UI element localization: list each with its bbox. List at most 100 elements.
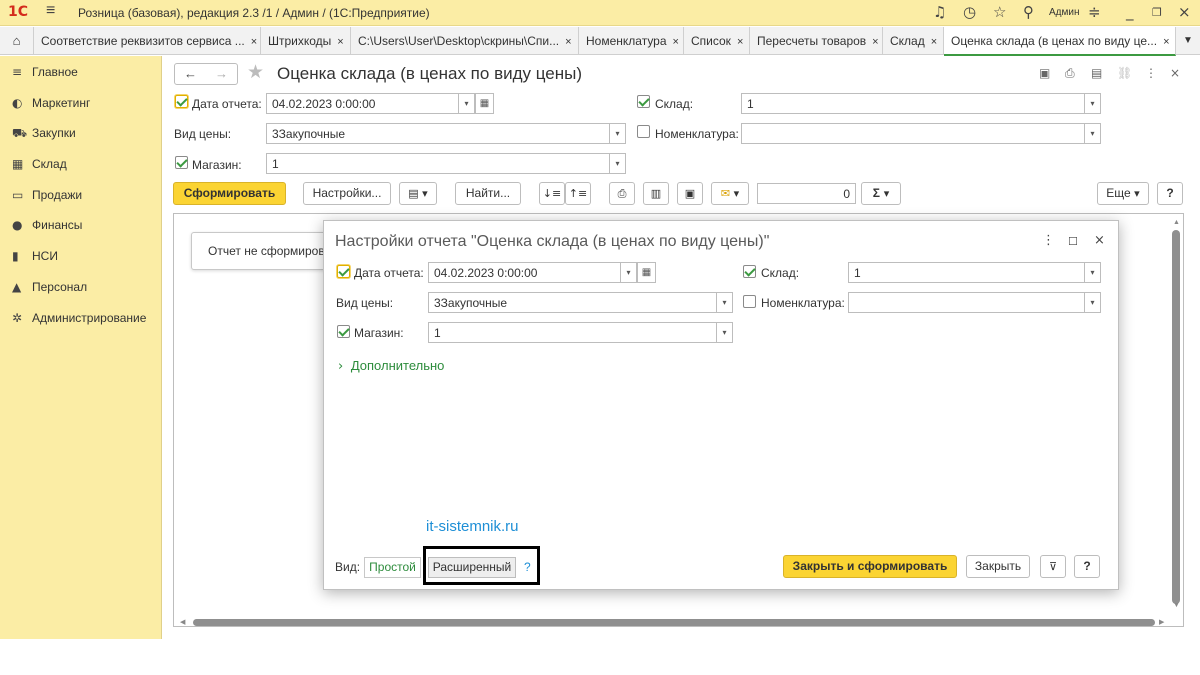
dialog-store-checkbox[interactable] bbox=[337, 325, 350, 338]
dialog-nomenclature-checkbox[interactable] bbox=[743, 295, 756, 308]
tab-stock-valuation[interactable]: Оценка склада (в ценах по виду це... × bbox=[944, 27, 1176, 56]
email-button[interactable]: ✉ ▾ bbox=[711, 182, 749, 205]
search-icon[interactable]: ⚲ bbox=[1023, 3, 1034, 21]
back-arrow-icon[interactable]: ← bbox=[184, 66, 197, 81]
tabs-dropdown-icon[interactable]: ▼ bbox=[1176, 27, 1200, 55]
sidebar-item-sales[interactable]: ▭ Продажи bbox=[0, 180, 162, 210]
preview-icon[interactable]: ▤ bbox=[1091, 66, 1102, 80]
save-button[interactable]: ▣ bbox=[677, 182, 703, 205]
settings-menu-icon[interactable]: ≑ bbox=[1088, 3, 1101, 21]
close-tab-icon[interactable]: × bbox=[565, 36, 571, 48]
print-icon[interactable]: ⎙ bbox=[1065, 66, 1075, 81]
dialog-more-icon[interactable]: ⋮ bbox=[1042, 233, 1055, 248]
dialog-warehouse-dropdown-icon[interactable]: ▾ bbox=[1085, 262, 1101, 283]
minimize-icon[interactable]: _ bbox=[1126, 3, 1134, 21]
close-tab-icon[interactable]: × bbox=[337, 36, 343, 48]
dialog-store-field[interactable]: 1 bbox=[428, 322, 717, 343]
dialog-warehouse-checkbox[interactable] bbox=[743, 265, 756, 278]
warehouse-field[interactable]: 1 bbox=[741, 93, 1085, 114]
date-field[interactable]: 04.02.2023 0:00:00 bbox=[266, 93, 459, 114]
dialog-warehouse-field[interactable]: 1 bbox=[848, 262, 1085, 283]
variant-button[interactable]: ▤ ▾ bbox=[399, 182, 437, 205]
dialog-maximize-icon[interactable]: ☐ bbox=[1068, 235, 1078, 248]
scroll-up-icon[interactable]: ▲ bbox=[1173, 219, 1180, 226]
dialog-price-type-field[interactable]: 3Закупочные bbox=[428, 292, 717, 313]
tab-warehouse[interactable]: Склад × bbox=[883, 27, 944, 55]
close-tab-icon[interactable]: × bbox=[872, 36, 878, 48]
restore-icon[interactable]: ❐ bbox=[1152, 6, 1162, 19]
favorites-star-icon[interactable]: ☆ bbox=[993, 3, 1006, 21]
sidebar-item-purchases[interactable]: ⛟ Закупки bbox=[0, 118, 162, 148]
bell-icon[interactable]: ♫ bbox=[933, 3, 946, 21]
link-icon[interactable]: ⛓ bbox=[1117, 66, 1132, 80]
date-dropdown-icon[interactable]: ▾ bbox=[459, 93, 475, 114]
close-tab-icon[interactable]: × bbox=[251, 36, 257, 48]
history-icon[interactable]: ◷ bbox=[963, 3, 976, 21]
scroll-left-icon[interactable]: ◀ bbox=[180, 618, 185, 626]
scroll-right-icon[interactable]: ▶ bbox=[1159, 618, 1164, 626]
dialog-close-icon[interactable]: × bbox=[1094, 233, 1105, 248]
dialog-calendar-icon[interactable]: ▦ bbox=[637, 262, 656, 283]
save-icon[interactable]: ▣ bbox=[1039, 66, 1050, 80]
sidebar-item-nsi[interactable]: ▮ НСИ bbox=[0, 241, 162, 271]
filter-settings-button[interactable]: ⊽ bbox=[1040, 555, 1066, 578]
close-form-icon[interactable]: × bbox=[1170, 66, 1180, 80]
view-help-link[interactable]: ? bbox=[524, 560, 531, 574]
forward-arrow-icon[interactable]: → bbox=[215, 66, 228, 81]
favorite-star-icon[interactable]: ★ bbox=[247, 61, 264, 84]
store-checkbox[interactable] bbox=[175, 156, 188, 169]
warehouse-checkbox[interactable] bbox=[637, 95, 650, 108]
find-button[interactable]: Найти... bbox=[455, 182, 521, 205]
dialog-date-field[interactable]: 04.02.2023 0:00:00 bbox=[428, 262, 621, 283]
user-name[interactable]: Админ bbox=[1049, 7, 1080, 18]
sidebar-item-main[interactable]: ≡ Главное bbox=[0, 57, 162, 87]
more-button[interactable]: Еще ▾ bbox=[1097, 182, 1149, 205]
dialog-date-checkbox[interactable] bbox=[337, 265, 350, 278]
warehouse-dropdown-icon[interactable]: ▾ bbox=[1085, 93, 1101, 114]
price-type-dropdown-icon[interactable]: ▾ bbox=[610, 123, 626, 144]
tab-nomenclature[interactable]: Номенклатура × bbox=[579, 27, 684, 55]
generate-button[interactable]: Сформировать bbox=[173, 182, 286, 205]
dialog-date-dropdown-icon[interactable]: ▾ bbox=[621, 262, 637, 283]
date-checkbox[interactable] bbox=[175, 95, 188, 108]
sidebar-item-finance[interactable]: ● Финансы bbox=[0, 210, 162, 240]
sort-up-button[interactable]: ↑≡ bbox=[565, 182, 591, 205]
calendar-icon[interactable]: ▦ bbox=[475, 93, 494, 114]
horizontal-scrollbar[interactable] bbox=[193, 619, 1155, 626]
price-type-field[interactable]: 3Закупочные bbox=[266, 123, 610, 144]
dialog-nomenclature-field[interactable] bbox=[848, 292, 1085, 313]
scroll-down-icon[interactable]: ▼ bbox=[1173, 602, 1180, 609]
preview-button[interactable]: ▥ bbox=[643, 182, 669, 205]
close-tab-icon[interactable]: × bbox=[737, 36, 743, 48]
home-tab[interactable]: ⌂ bbox=[0, 27, 34, 55]
tab-requisites[interactable]: Соответствие реквизитов сервиса ... × bbox=[34, 27, 261, 55]
nomenclature-dropdown-icon[interactable]: ▾ bbox=[1085, 123, 1101, 144]
help-button[interactable]: ? bbox=[1157, 182, 1183, 205]
sidebar-item-personnel[interactable]: ▲ Персонал bbox=[0, 272, 162, 302]
dialog-store-dropdown-icon[interactable]: ▾ bbox=[717, 322, 733, 343]
sort-down-button[interactable]: ↓≡ bbox=[539, 182, 565, 205]
store-field[interactable]: 1 bbox=[266, 153, 610, 174]
tab-recounts[interactable]: Пересчеты товаров × bbox=[750, 27, 883, 55]
dialog-price-type-dropdown-icon[interactable]: ▾ bbox=[717, 292, 733, 313]
dialog-help-button[interactable]: ? bbox=[1074, 555, 1100, 578]
sidebar-item-warehouse[interactable]: ▦ Склад bbox=[0, 149, 162, 179]
more-vertical-icon[interactable]: ⋮ bbox=[1145, 66, 1157, 80]
sum-button[interactable]: Σ ▾ bbox=[861, 182, 901, 205]
close-button[interactable]: Закрыть bbox=[966, 555, 1030, 578]
tab-list[interactable]: Список × bbox=[684, 27, 750, 55]
additional-settings-link[interactable]: › Дополнительно bbox=[338, 358, 444, 374]
nomenclature-checkbox[interactable] bbox=[637, 125, 650, 138]
close-window-icon[interactable]: × bbox=[1178, 3, 1191, 21]
tab-file-path[interactable]: C:\Users\User\Desktop\скрины\Спи... × bbox=[351, 27, 579, 55]
close-tab-icon[interactable]: × bbox=[931, 36, 937, 48]
main-menu-icon[interactable]: ≡ bbox=[46, 2, 55, 20]
close-tab-icon[interactable]: × bbox=[1163, 36, 1169, 48]
store-dropdown-icon[interactable]: ▾ bbox=[610, 153, 626, 174]
dialog-nomenclature-dropdown-icon[interactable]: ▾ bbox=[1085, 292, 1101, 313]
nomenclature-field[interactable] bbox=[741, 123, 1085, 144]
view-simple-button[interactable]: Простой bbox=[364, 557, 421, 578]
print-button[interactable]: ⎙ bbox=[609, 182, 635, 205]
settings-button[interactable]: Настройки... bbox=[303, 182, 391, 205]
sidebar-item-marketing[interactable]: ◐ Маркетинг bbox=[0, 88, 162, 118]
